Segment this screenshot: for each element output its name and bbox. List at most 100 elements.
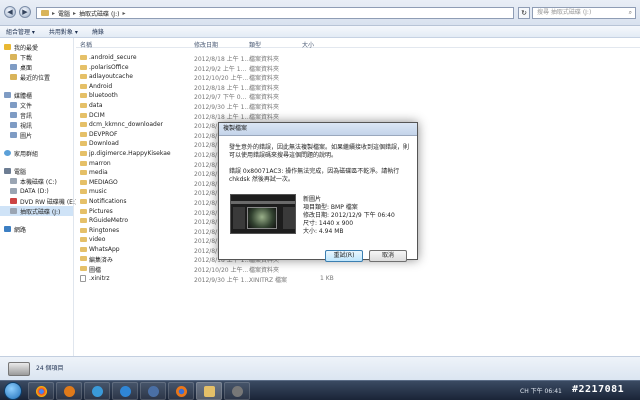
file-name: .xinitrz [89, 274, 110, 282]
nav-libraries[interactable]: 媒體櫃 [0, 90, 73, 100]
pictures-icon [10, 132, 17, 138]
hard-drive-icon [10, 188, 17, 194]
file-name: Download [89, 140, 119, 148]
back-button[interactable]: ◀ [4, 6, 16, 18]
folder-icon [80, 55, 87, 60]
file-row[interactable]: .android_secure 2012/8/18 上午 1... 檔案資料夾 [76, 53, 640, 63]
media-player-icon [64, 386, 75, 397]
burn-button[interactable]: 燒錄 [92, 27, 104, 36]
language-indicator[interactable]: CH [520, 388, 529, 395]
nav-drive-d[interactable]: DATA (D:) [0, 186, 73, 196]
nav-music[interactable]: 音訊 [0, 110, 73, 120]
file-icon [80, 274, 86, 282]
file-name: Notifications [89, 197, 127, 205]
start-button[interactable] [4, 382, 22, 400]
taskbar-media-player[interactable] [56, 382, 82, 400]
nav-videos[interactable]: 視訊 [0, 120, 73, 130]
file-thumbnail [230, 194, 296, 234]
taskbar-explorer[interactable] [196, 382, 222, 400]
file-type: XINITRZ 檔案 [249, 276, 287, 284]
folder-icon [80, 246, 87, 252]
file-row[interactable]: 圖檔 2012/10/20 上午... 檔案資料夾 [76, 264, 640, 274]
organize-button[interactable]: 組合管理 ▾ [6, 27, 35, 36]
clock[interactable]: 下午 06:41 [531, 388, 562, 395]
nav-documents[interactable]: 文件 [0, 100, 73, 110]
file-name: Ringtones [89, 226, 120, 234]
file-size: 1 KB [320, 274, 334, 282]
nav-label: DATA (D:) [20, 187, 49, 195]
address-box[interactable]: ▸ 電腦 ▸ 抽取式磁碟 (J:) ▸ [36, 7, 514, 19]
forward-button[interactable]: ▶ [19, 6, 31, 18]
nav-label: 視訊 [20, 122, 33, 130]
address-bar-row: ◀ ▶ ▸ 電腦 ▸ 抽取式磁碟 (J:) ▸ ↻ 搜尋 抽取式磁碟 (J:) … [0, 0, 640, 26]
file-name: bluetooth [89, 92, 118, 100]
taskbar: CH 下午 06:41 [0, 380, 640, 400]
folder-icon [80, 208, 87, 214]
search-input[interactable]: 搜尋 抽取式磁碟 (J:) ⌕ [532, 7, 636, 19]
nav-label: 媒體櫃 [14, 92, 33, 100]
refresh-icon[interactable]: ↻ [518, 7, 530, 19]
desktop-icon [10, 64, 17, 70]
nav-desktop[interactable]: 桌面 [0, 62, 73, 72]
taskbar-app[interactable] [84, 382, 110, 400]
retry-button[interactable]: 重試(R) [325, 250, 363, 262]
column-type[interactable]: 類型 [249, 40, 261, 49]
file-row[interactable]: data 2012/9/30 上午 1... 檔案資料夾 [76, 101, 640, 111]
file-name: Android [89, 82, 113, 90]
nav-label: 抽取式磁碟 (J:) [20, 208, 61, 216]
library-icon [4, 92, 11, 98]
nav-drive-c[interactable]: 本機磁碟 (C:) [0, 176, 73, 186]
folder-icon [80, 160, 87, 166]
file-row[interactable]: adlayoutcache 2012/10/20 上午... 檔案資料夾 [76, 72, 640, 82]
folder-icon [80, 83, 87, 89]
star-icon [4, 44, 11, 50]
file-name: data [89, 101, 103, 109]
folder-icon [80, 150, 87, 156]
nav-drive-e[interactable]: DVD RW 磁碟機 (E:) [0, 196, 77, 206]
search-icon[interactable]: ⌕ [629, 8, 632, 18]
file-row[interactable]: .polarisOffice 2012/9/2 上午 1... 檔案資料夾 [76, 63, 640, 73]
column-name[interactable]: 名稱 [80, 40, 92, 49]
nav-label: 下載 [20, 54, 33, 62]
nav-recent[interactable]: 最近的位置 [0, 72, 73, 82]
file-row[interactable]: bluetooth 2012/9/7 下午 0... 檔案資料夾 [76, 91, 640, 101]
file-name: video [89, 236, 106, 244]
nav-network[interactable]: 網路 [0, 224, 73, 234]
folder-icon [80, 93, 87, 99]
computer-icon [4, 168, 11, 174]
item-count: 24 個項目 [36, 365, 64, 372]
folder-icon [204, 386, 215, 397]
nav-label: 電腦 [14, 168, 27, 176]
taskbar-firefox[interactable] [168, 382, 194, 400]
file-name: dcm_kkmnc_downloader [89, 121, 164, 129]
column-date[interactable]: 修改日期 [194, 40, 218, 49]
dialog-body: 發生意外的錯誤，因此無法複製檔案。如果繼續接收到這個錯誤，則可以使用錯誤碼來搜尋… [219, 135, 417, 262]
folder-icon [80, 64, 87, 70]
column-size[interactable]: 大小 [302, 40, 314, 49]
file-type: 項目類型: BMP 檔案 [303, 204, 358, 211]
nav-label: DVD RW 磁碟機 (E:) [20, 198, 78, 206]
firefox-icon [176, 386, 187, 397]
file-row[interactable]: .xinitrz 2012/9/30 上午 1... XINITRZ 檔案 1 KB [76, 274, 640, 284]
folder-icon [80, 198, 87, 204]
nav-pictures[interactable]: 圖片 [0, 130, 73, 140]
nav-computer[interactable]: 電腦 [0, 166, 73, 176]
share-button[interactable]: 共用對象 ▾ [49, 27, 78, 36]
taskbar-chrome[interactable] [28, 382, 54, 400]
folder-icon [80, 74, 87, 80]
taskbar-app3[interactable] [224, 382, 250, 400]
file-row[interactable]: Android 2012/8/18 上午 1... 檔案資料夾 [76, 82, 640, 92]
breadcrumb-computer[interactable]: 電腦 [58, 9, 70, 18]
file-info: 新圖片 項目類型: BMP 檔案 修改日期: 2012/12/9 下午 06:4… [303, 196, 395, 236]
breadcrumb-drive[interactable]: 抽取式磁碟 (J:) [79, 9, 119, 18]
file-row[interactable]: DCIM 2012/8/18 上午 1... 檔案資料夾 [76, 111, 640, 121]
taskbar-app2[interactable] [140, 382, 166, 400]
taskbar-ie[interactable] [112, 382, 138, 400]
nav-drive-j[interactable]: 抽取式磁碟 (J:) [0, 206, 73, 216]
nav-homegroup[interactable]: 家用群組 [0, 148, 73, 158]
cancel-button[interactable]: 取消 [369, 250, 407, 262]
nav-favorites[interactable]: 我的最愛 [0, 42, 73, 52]
nav-label: 我的最愛 [14, 44, 39, 52]
nav-downloads[interactable]: 下載 [0, 52, 73, 62]
file-date: 2012/9/30 上午 1... [194, 276, 251, 284]
